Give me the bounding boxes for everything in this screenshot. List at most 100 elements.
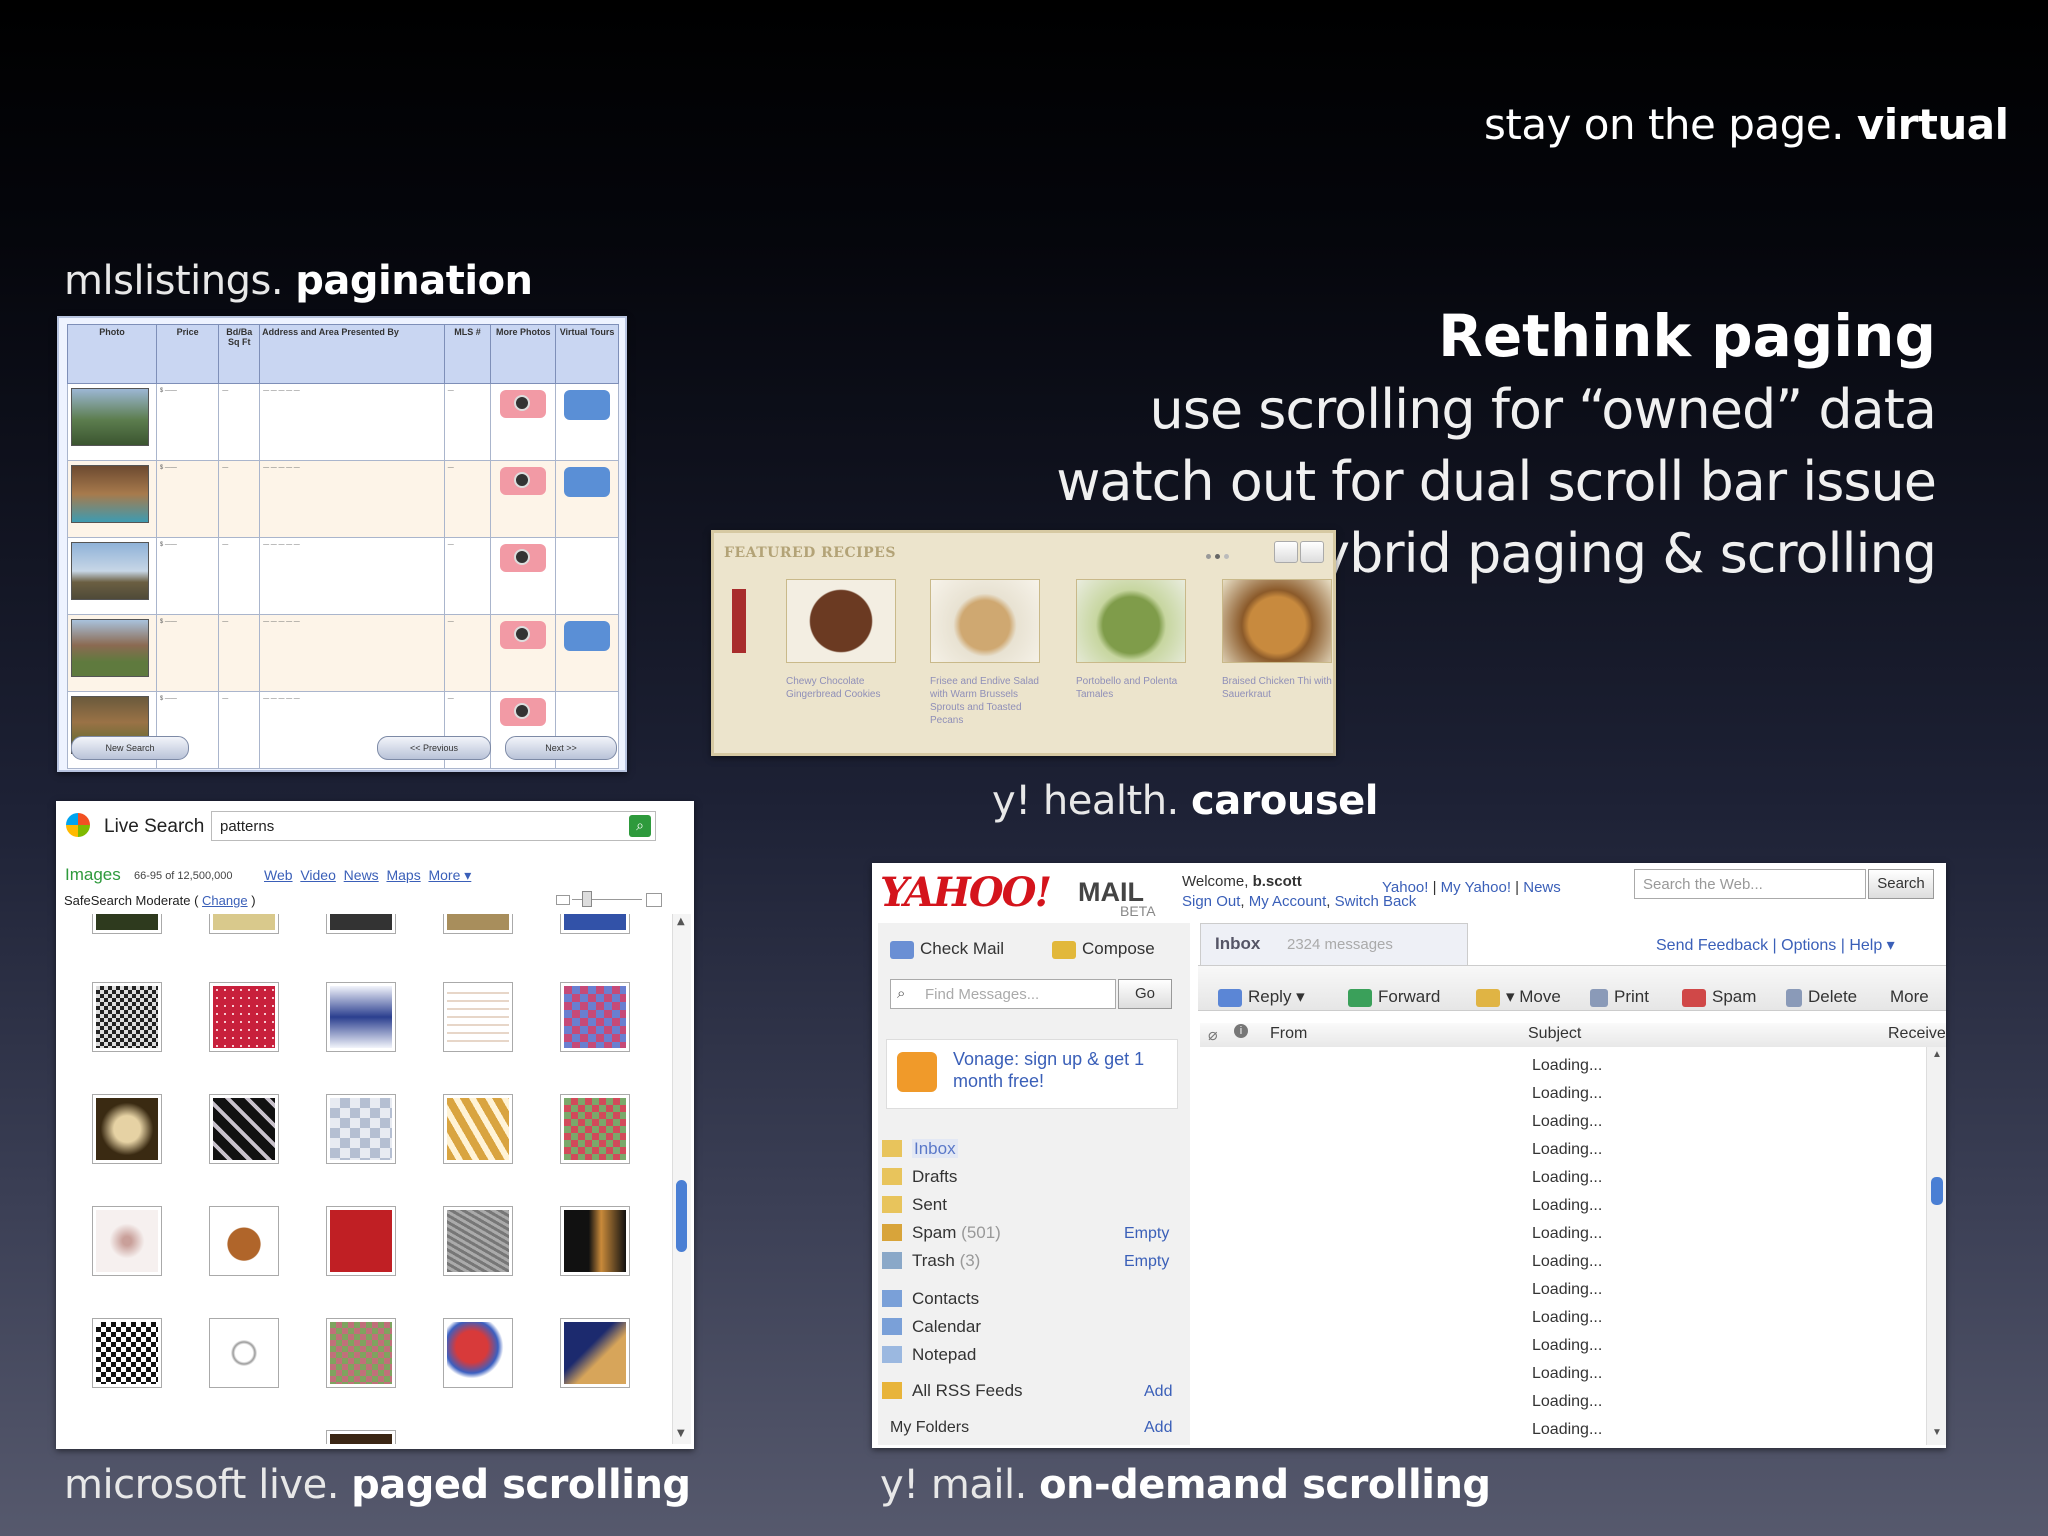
recipe-caption[interactable]: Braised Chicken Thi with Sauerkraut	[1222, 675, 1332, 701]
add-folder-link[interactable]: Add	[1144, 1419, 1172, 1437]
video-camera-icon[interactable]	[564, 621, 611, 651]
image-result[interactable]	[326, 1094, 396, 1164]
scroll-up-icon[interactable]: ▲	[1932, 1049, 1942, 1060]
received-column[interactable]: Receive	[1888, 1025, 1946, 1043]
listing-photo[interactable]	[71, 542, 149, 600]
carousel-prev-button[interactable]	[1274, 541, 1298, 563]
image-result[interactable]	[209, 1206, 279, 1276]
folder-spam[interactable]: Spam (501)	[882, 1223, 1001, 1243]
options-link[interactable]: Options	[1781, 937, 1836, 954]
move-button[interactable]: ▾ Move	[1476, 987, 1561, 1007]
image-result[interactable]	[209, 1318, 279, 1388]
change-link[interactable]: Change	[202, 893, 248, 908]
from-column[interactable]: From	[1270, 1025, 1307, 1043]
image-result[interactable]	[443, 1206, 513, 1276]
subject-column[interactable]: Subject	[1528, 1025, 1581, 1043]
delete-button[interactable]: Delete	[1786, 987, 1857, 1007]
image-result[interactable]	[326, 1430, 396, 1444]
message-list-scrollbar[interactable]: ▲ ▼	[1926, 1047, 1946, 1445]
listing-photo[interactable]	[71, 465, 149, 523]
folder-drafts[interactable]: Drafts	[882, 1167, 957, 1187]
image-result[interactable]	[209, 1094, 279, 1164]
camera-icon[interactable]	[500, 621, 547, 649]
image-result[interactable]	[326, 1206, 396, 1276]
image-result[interactable]	[326, 982, 396, 1052]
scroll-down-icon[interactable]: ▼	[677, 1428, 685, 1439]
attachment-column-icon[interactable]: ⌀	[1208, 1025, 1218, 1045]
send-feedback-link[interactable]: Send Feedback	[1656, 937, 1768, 954]
image-result[interactable]	[443, 1318, 513, 1388]
carousel-item[interactable]: Portobello and Polenta Tamales	[1076, 579, 1186, 701]
image-result[interactable]	[92, 914, 162, 934]
camera-icon[interactable]	[500, 698, 547, 726]
empty-spam-link[interactable]: Empty	[1124, 1225, 1169, 1243]
link-web[interactable]: Web	[264, 867, 293, 883]
carousel-pager[interactable]	[1204, 547, 1264, 559]
folder-trash[interactable]: Trash (3)	[882, 1251, 980, 1271]
add-rss-link[interactable]: Add	[1144, 1383, 1172, 1401]
flag-column-icon[interactable]: i	[1234, 1024, 1248, 1038]
scrollbar-thumb[interactable]	[1931, 1177, 1943, 1205]
reply-button[interactable]: Reply ▾	[1218, 987, 1305, 1007]
previous-button[interactable]: << Previous	[377, 736, 491, 760]
more-button[interactable]: More	[1890, 987, 1929, 1007]
recipe-image[interactable]	[786, 579, 896, 663]
link-video[interactable]: Video	[300, 867, 336, 883]
link-more[interactable]: More ▾	[428, 867, 471, 883]
recipe-caption[interactable]: Frisee and Endive Salad with Warm Brusse…	[930, 675, 1040, 727]
next-button[interactable]: Next >>	[505, 736, 617, 760]
image-result[interactable]	[92, 1206, 162, 1276]
image-result[interactable]	[209, 914, 279, 934]
notepad-link[interactable]: Notepad	[882, 1345, 976, 1365]
scrollbar-thumb[interactable]	[676, 1180, 687, 1252]
calendar-link[interactable]: Calendar	[882, 1317, 981, 1337]
camera-icon[interactable]	[500, 544, 547, 572]
image-result[interactable]	[443, 1094, 513, 1164]
image-result[interactable]	[92, 1094, 162, 1164]
carousel-item[interactable]: Frisee and Endive Salad with Warm Brusse…	[930, 579, 1040, 727]
video-camera-icon[interactable]	[564, 467, 611, 497]
link-news[interactable]: News	[344, 867, 379, 883]
forward-button[interactable]: Forward	[1348, 987, 1440, 1007]
image-result[interactable]	[560, 982, 630, 1052]
image-result[interactable]	[92, 982, 162, 1052]
recipe-image[interactable]	[1076, 579, 1186, 663]
compose-button[interactable]: Compose	[1052, 939, 1155, 959]
recipe-image[interactable]	[1222, 579, 1332, 663]
rss-feeds-link[interactable]: All RSS Feeds	[882, 1381, 1023, 1401]
link-maps[interactable]: Maps	[386, 867, 420, 883]
vonage-ad[interactable]: Vonage: sign up & get 1 month free!	[886, 1039, 1178, 1109]
listing-photo[interactable]	[71, 619, 149, 677]
image-result[interactable]	[560, 1094, 630, 1164]
carousel-item[interactable]: Chewy Chocolate Gingerbread Cookies	[786, 579, 896, 701]
image-result[interactable]	[443, 982, 513, 1052]
sign-out-link[interactable]: Sign Out	[1182, 893, 1240, 910]
listing-photo[interactable]	[71, 388, 149, 446]
web-search-button[interactable]: Search	[1868, 869, 1934, 899]
image-result[interactable]	[326, 914, 396, 934]
yahoo-link[interactable]: Yahoo!	[1382, 879, 1428, 896]
recipe-caption[interactable]: Chewy Chocolate Gingerbread Cookies	[786, 675, 896, 701]
image-result[interactable]	[209, 982, 279, 1052]
news-link[interactable]: News	[1523, 879, 1561, 896]
spam-button[interactable]: Spam	[1682, 987, 1756, 1007]
image-result[interactable]	[92, 1318, 162, 1388]
recipe-caption[interactable]: Portobello and Polenta Tamales	[1076, 675, 1186, 701]
go-button[interactable]: Go	[1118, 979, 1172, 1009]
print-button[interactable]: Print	[1590, 987, 1649, 1007]
scroll-up-icon[interactable]: ▲	[677, 916, 685, 927]
image-result[interactable]	[326, 1318, 396, 1388]
contacts-link[interactable]: Contacts	[882, 1289, 979, 1309]
recipe-image[interactable]	[930, 579, 1040, 663]
folder-sent[interactable]: Sent	[882, 1195, 947, 1215]
my-yahoo-link[interactable]: My Yahoo!	[1441, 879, 1511, 896]
carousel-next-button[interactable]	[1300, 541, 1324, 563]
my-account-link[interactable]: My Account	[1249, 893, 1327, 910]
image-result[interactable]	[560, 1318, 630, 1388]
help-link[interactable]: Help ▾	[1849, 937, 1894, 954]
find-messages-input[interactable]: ⌕ Find Messages...	[890, 979, 1116, 1009]
camera-icon[interactable]	[500, 467, 547, 495]
scroll-down-icon[interactable]: ▼	[1932, 1427, 1942, 1438]
empty-trash-link[interactable]: Empty	[1124, 1253, 1169, 1271]
camera-icon[interactable]	[500, 390, 547, 418]
